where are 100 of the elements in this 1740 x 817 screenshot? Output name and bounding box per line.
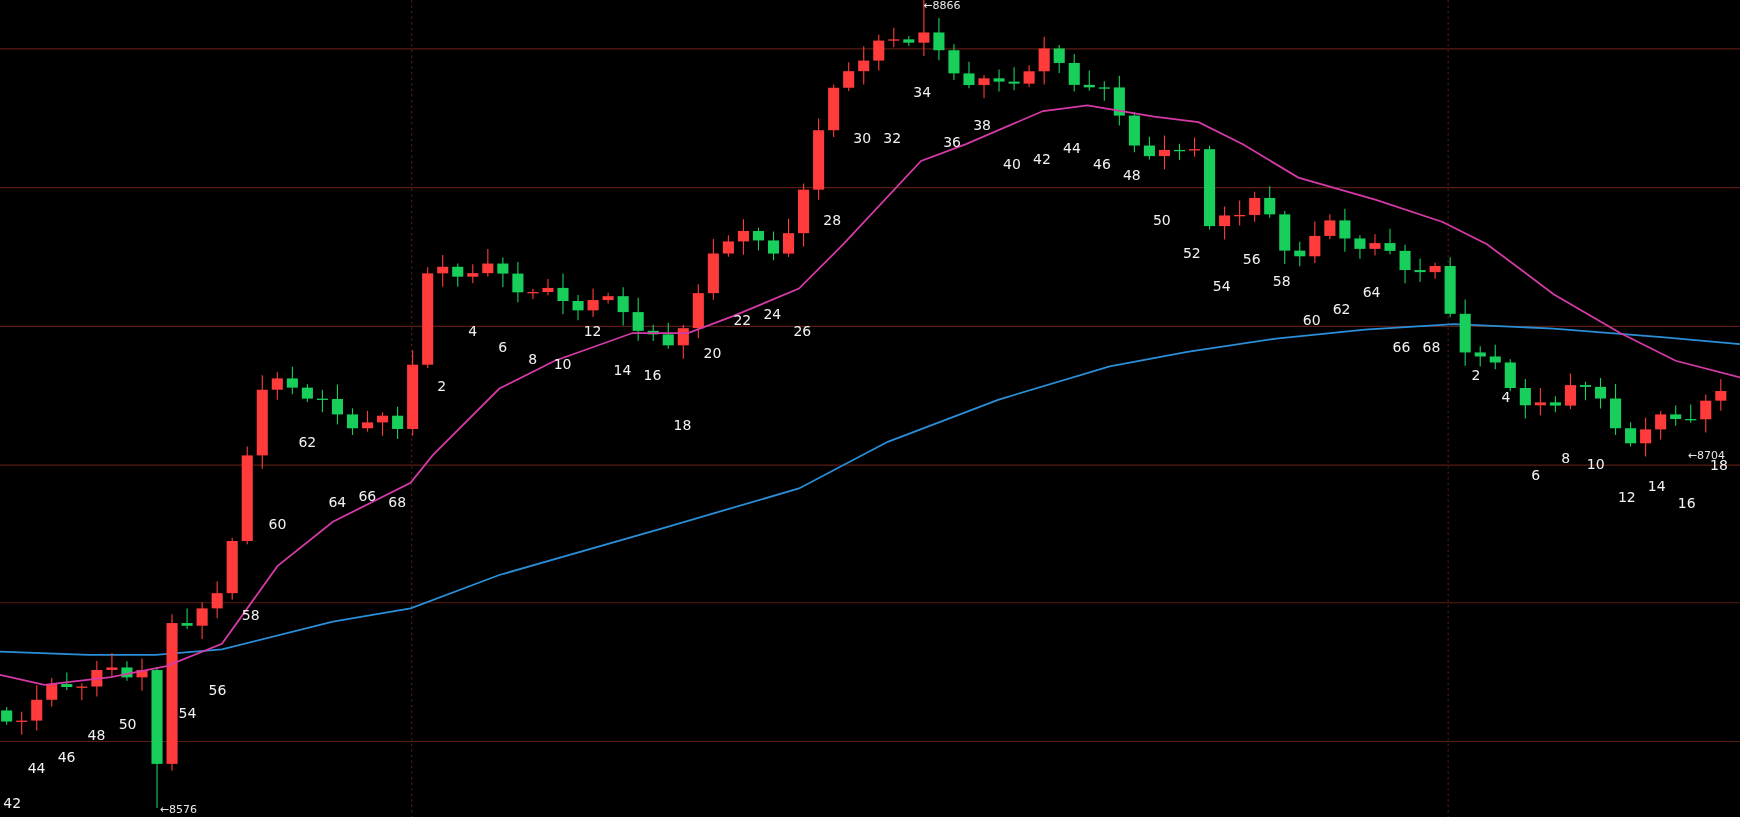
candlestick (1264, 185, 1276, 219)
bar-count-label: 8 (528, 350, 538, 367)
bar-count-label: 34 (913, 84, 932, 101)
candlestick (31, 684, 43, 732)
candlestick (933, 17, 945, 61)
candlestick (482, 248, 494, 278)
bar-count-label: 56 (1242, 250, 1261, 267)
bar-count-label: 28 (823, 211, 842, 228)
bar-count-label: 58 (1272, 272, 1291, 289)
bar-count-label: 66 (1392, 339, 1411, 356)
bar-count-label: 36 (943, 134, 961, 151)
bar-count-label: 48 (1122, 167, 1141, 184)
candlestick (1429, 262, 1441, 280)
bar-count-label: 50 (1152, 211, 1171, 228)
bar-count-label: 66 (358, 488, 377, 505)
candlestick (211, 580, 223, 619)
candlestick (1670, 405, 1682, 427)
bar-count-label: 22 (733, 311, 752, 328)
candlestick (121, 660, 133, 682)
candlestick (783, 218, 795, 258)
candlestick (1143, 136, 1155, 160)
bar-count-label: 16 (1677, 494, 1696, 511)
candlestick (76, 682, 88, 701)
candlestick (542, 278, 554, 296)
candlestick (903, 35, 915, 47)
candlestick (1564, 372, 1576, 410)
candlestick (1610, 383, 1622, 436)
candlestick (647, 324, 659, 342)
candlestick (1038, 36, 1050, 86)
price-marker-label: ←8576 (159, 803, 197, 816)
candlestick (1594, 377, 1607, 410)
candlestick (963, 61, 975, 89)
bar-count-label: 62 (1332, 300, 1351, 317)
bar-count-label: 6 (498, 339, 508, 356)
candlestick (1474, 345, 1486, 368)
bar-count-label: 14 (613, 361, 632, 378)
candlestick (993, 68, 1005, 93)
candlestick (1339, 208, 1351, 253)
candlestick (1158, 134, 1170, 170)
candlestick (196, 601, 208, 640)
candlestick (1279, 210, 1291, 265)
bar-count-label: 68 (1422, 339, 1441, 356)
candlestick (1444, 256, 1456, 318)
bar-count-label: 56 (208, 682, 227, 699)
bar-count-label: 14 (1647, 478, 1666, 495)
candlestick (437, 254, 449, 288)
candlestick (798, 183, 810, 248)
candlestick (557, 272, 569, 315)
candlestick (737, 218, 749, 256)
bar-count-label: 8 (1561, 450, 1571, 467)
bar-count-label: 58 (241, 606, 260, 623)
candlestick (1309, 220, 1321, 264)
candlestick (1579, 381, 1591, 401)
bar-count-label: 32 (883, 129, 902, 146)
bar-count-label: 62 (298, 433, 317, 450)
candlestick (888, 27, 900, 48)
candlestick (1008, 66, 1020, 91)
candlestick (1384, 228, 1396, 255)
bar-count-label: 24 (763, 306, 782, 323)
bar-count-label: 60 (268, 515, 287, 532)
bar-count-label: 68 (388, 493, 407, 510)
candlestick (828, 83, 840, 138)
candlestick (1294, 241, 1306, 267)
candlestick (843, 61, 855, 92)
bar-count-label: 42 (1033, 150, 1051, 167)
candlestick (346, 407, 359, 436)
bar-count-label: 42 (3, 794, 22, 811)
bar-count-label: 4 (1501, 389, 1511, 406)
candlestick (978, 74, 990, 99)
candlestick (722, 234, 734, 258)
bar-count-label: 44 (1063, 139, 1081, 156)
bar-count-label: 38 (973, 117, 991, 134)
candlestick (1489, 344, 1501, 370)
bar-count-label: 10 (553, 356, 572, 373)
bar-count-label: 64 (328, 493, 347, 510)
bar-count-label: 48 (87, 726, 106, 743)
candlestick (1249, 191, 1261, 223)
bar-count-label: 12 (1617, 489, 1636, 506)
candlestick (602, 292, 614, 304)
candlestick (331, 384, 343, 425)
candlestick (316, 389, 328, 413)
candlestick (1068, 53, 1080, 93)
bar-count-label: 50 (118, 715, 137, 732)
candlestick (1053, 44, 1065, 74)
candlestick (106, 652, 118, 678)
candlestick (1234, 199, 1246, 226)
candlestick (1459, 298, 1471, 367)
candlestick (392, 406, 404, 440)
candlestick (46, 677, 58, 707)
bar-count-label: 44 (27, 760, 46, 777)
candlestick (1685, 404, 1697, 424)
candlestick (362, 410, 374, 433)
candlestick (1715, 378, 1727, 412)
candlestick (1549, 395, 1561, 413)
bar-count-label: 2 (1471, 367, 1481, 384)
candlestick (948, 43, 960, 81)
candlestick (1324, 213, 1336, 240)
candlestick (1219, 206, 1231, 240)
candlestick (1128, 111, 1140, 153)
candlestick (1354, 234, 1366, 260)
